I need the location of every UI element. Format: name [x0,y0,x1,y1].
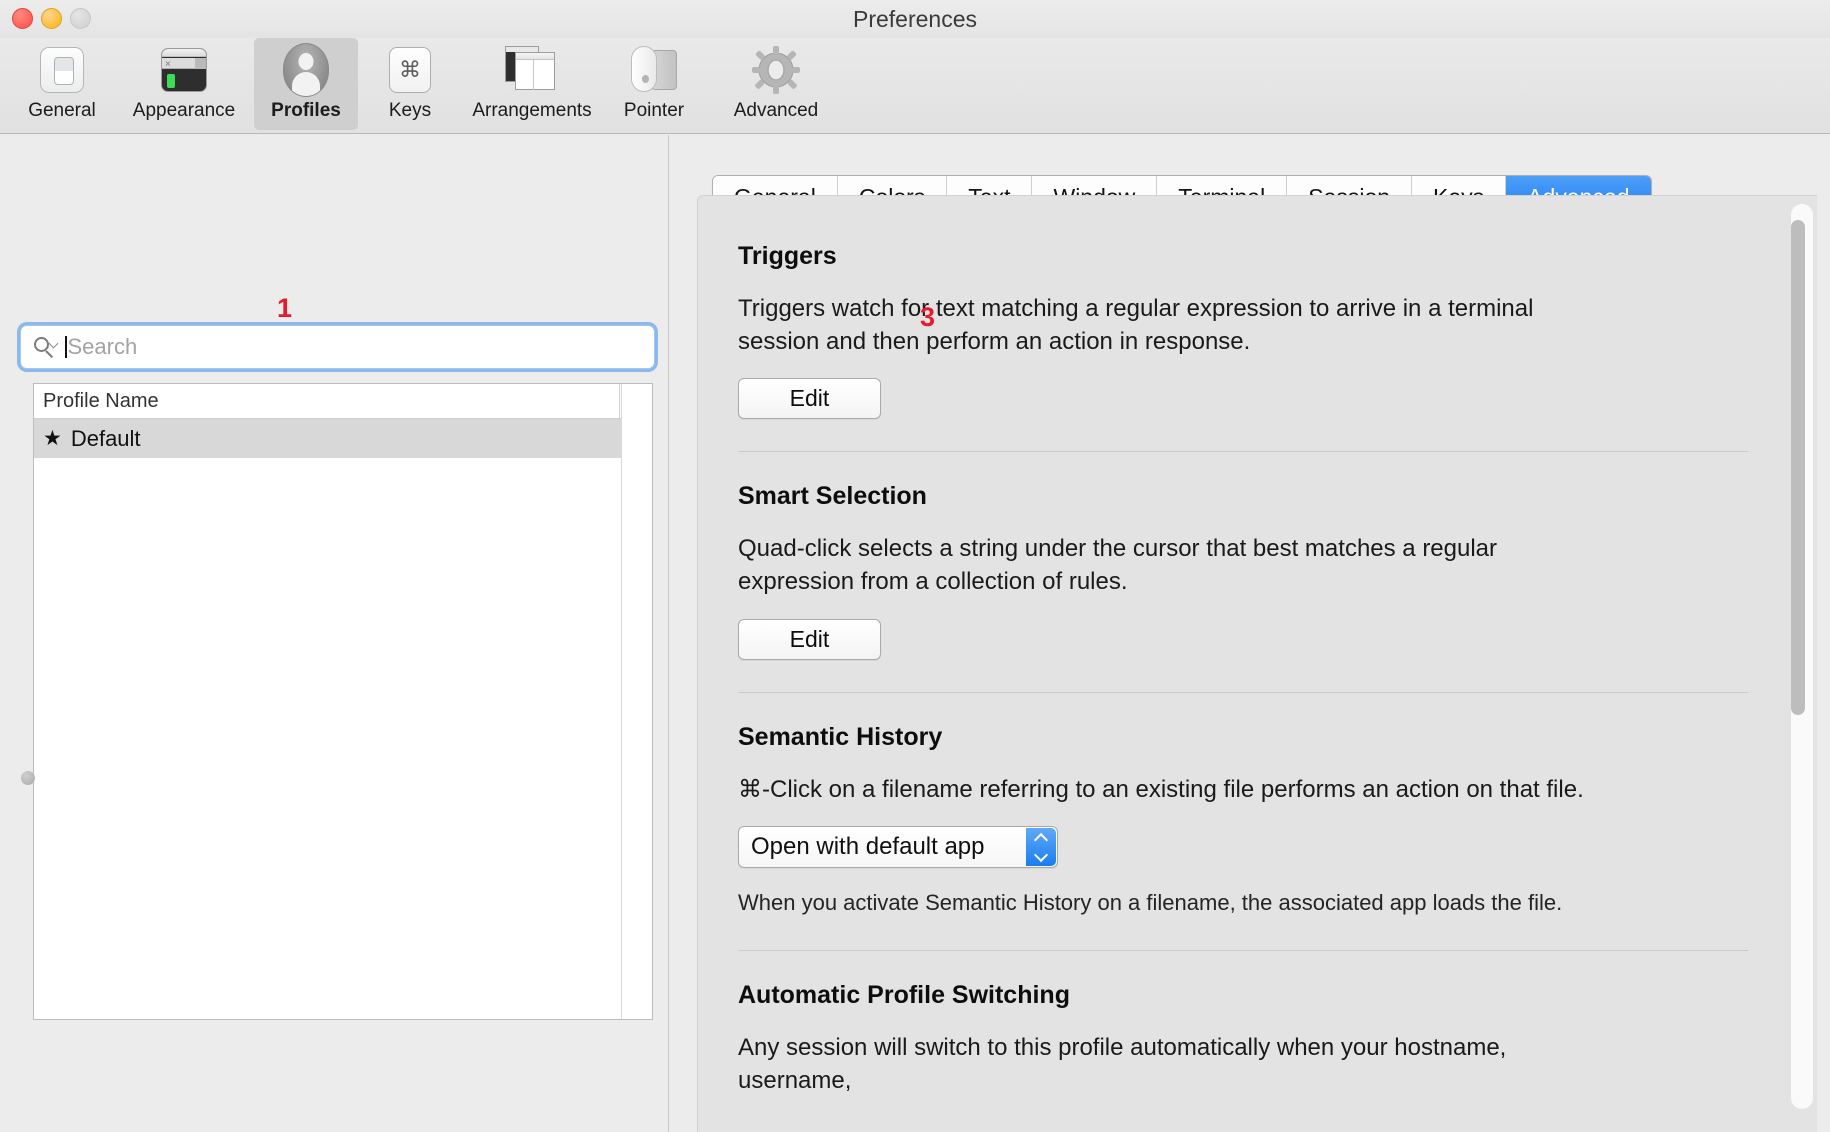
profiles-table[interactable]: Profile Name ★ Default [33,383,653,1020]
triggers-title: Triggers [738,242,837,270]
toolbar-item-general[interactable]: General [10,38,114,130]
preferences-window: Preferences General × Appearance Profile… [0,0,1830,1132]
section-triggers: Triggers Triggers watch for text matchin… [738,242,1748,420]
column-divider [619,384,620,419]
search-icon[interactable] [33,335,63,359]
text-caret [65,336,67,358]
preferences-toolbar: General × Appearance Profiles ⌘ Keys Arr… [0,38,1830,134]
toolbar-item-general-label: General [28,100,96,121]
command-key-icon: ⌘ [382,42,438,98]
toolbar-item-keys[interactable]: ⌘ Keys [358,38,462,130]
toolbar-item-appearance[interactable]: × Appearance [114,38,254,130]
semantic-history-action-value: Open with default app [751,833,985,861]
toolbar-item-advanced-label: Advanced [733,100,819,121]
semantic-history-title: Semantic History [738,722,943,751]
triggers-edit-button[interactable]: Edit [738,378,881,420]
semantic-history-description: ⌘-Click on a filename referring to an ex… [738,775,1584,803]
section-smart-selection: Smart Selection Quad-click selects a str… [738,482,1748,660]
toolbar-item-advanced[interactable]: Advanced [706,38,846,130]
toolbar-item-pointer[interactable]: Pointer [602,38,706,130]
search-input[interactable]: Search [20,325,655,369]
semantic-history-action-select[interactable]: Open with default app [738,826,1058,869]
profiles-sidebar: 1 Search Profile Name ★ Default Tags > +… [0,135,672,1132]
smart-selection-title: Smart Selection [738,482,927,511]
toolbar-item-profiles-label: Profiles [271,100,341,121]
profiles-table-header: Profile Name [34,384,652,419]
gear-icon [748,42,804,98]
table-row[interactable]: ★ Default [34,419,652,458]
magic-mouse-icon [626,42,682,98]
smart-selection-edit-button[interactable]: Edit [738,618,881,660]
chevron-updown-icon[interactable] [1026,828,1056,867]
person-silhouette-icon [278,42,334,98]
profiles-table-scrollbar[interactable] [621,384,652,1019]
content-scrollbar-thumb[interactable] [1791,220,1805,715]
general-switch-icon [34,42,90,98]
section-divider [738,691,1748,693]
window-titlebar: Preferences [0,0,1830,38]
section-semantic-history: Semantic History ⌘-Click on a filename r… [738,723,1748,919]
section-divider [738,950,1748,952]
toolbar-item-appearance-label: Appearance [132,100,236,121]
default-profile-star-icon: ★ [43,427,62,450]
column-header-profile-name[interactable]: Profile Name [34,390,159,413]
toolbar-item-arrangements-label: Arrangements [472,100,592,121]
semantic-history-note: When you activate Semantic History on a … [738,890,1563,916]
annotation-3: 3 [920,302,936,332]
toolbar-item-keys-label: Keys [388,100,432,121]
table-row-profile-name: Default [70,425,141,451]
annotation-1: 1 [277,293,293,323]
automatic-profile-switching-description: Any session will switch to this profile … [738,1034,1507,1094]
automatic-profile-switching-title: Automatic Profile Switching [738,981,1070,1010]
search-input-placeholder: Search [67,334,138,359]
terminal-window-icon: × [156,42,212,98]
profile-detail-pane: General Colors Text Window Terminal Sess… [672,135,1830,1132]
pane-splitter-handle[interactable] [21,771,35,785]
toolbar-item-profiles[interactable]: Profiles [254,38,358,130]
content-scrollbar-track[interactable] [1791,204,1813,1109]
toolbar-item-pointer-label: Pointer [623,100,685,121]
advanced-settings-panel: Triggers Triggers watch for text matchin… [697,195,1817,1132]
smart-selection-description: Quad-click selects a string under the cu… [738,535,1498,595]
pane-divider [668,135,669,1132]
window-title: Preferences [852,6,977,32]
triggers-description: Triggers watch for text matching a regul… [738,295,1534,355]
section-automatic-profile-switching: Automatic Profile Switching Any session … [738,981,1748,1097]
section-divider [738,451,1748,453]
toolbar-item-arrangements[interactable]: Arrangements [462,38,602,130]
windows-stack-icon [504,42,560,98]
